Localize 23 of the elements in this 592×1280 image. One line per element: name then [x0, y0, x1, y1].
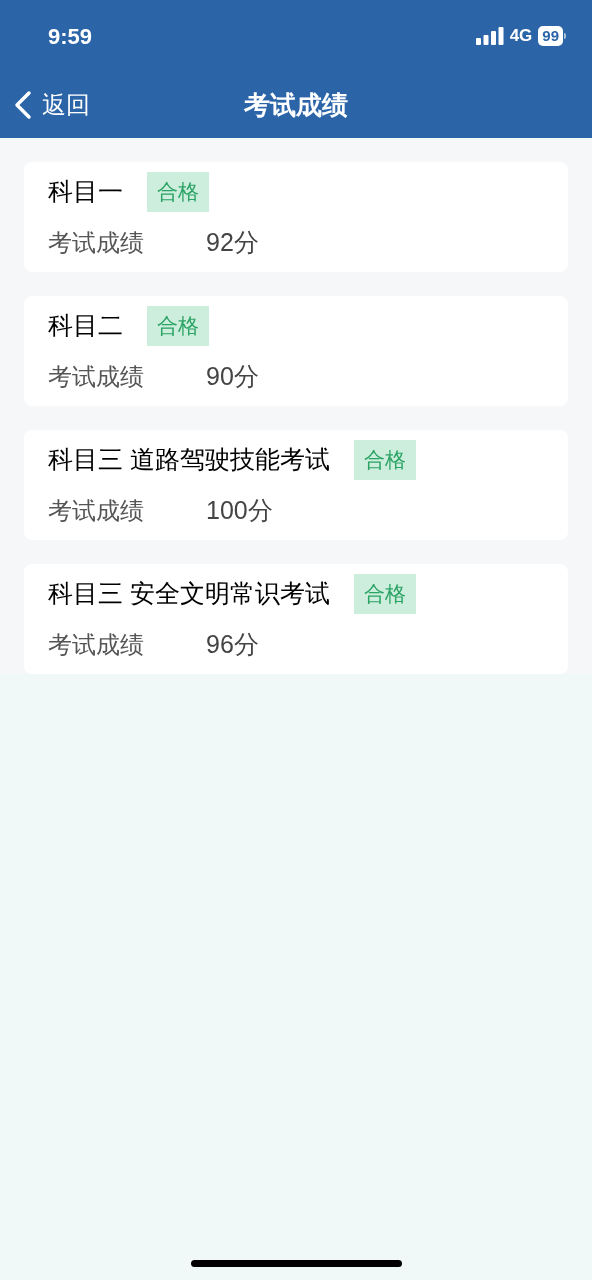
score-value: 92分: [206, 227, 259, 259]
score-label: 考试成绩: [48, 630, 145, 660]
network-label: 4G: [509, 25, 533, 48]
subject-title: 科目三 安全文明常识考试: [48, 578, 330, 610]
score-value: 100分: [206, 495, 273, 527]
status-time: 9:59: [48, 22, 93, 51]
status-badge: 合格: [353, 440, 416, 480]
back-icon: [14, 90, 32, 120]
status-badge: 合格: [147, 306, 209, 346]
score-value: 96分: [206, 629, 259, 661]
signal-icon: [475, 27, 504, 45]
status-badge: 合格: [353, 574, 416, 614]
score-label: 考试成绩: [48, 496, 145, 526]
subject-title: 科目一: [48, 176, 123, 208]
score-label: 考试成绩: [48, 228, 145, 258]
score-value: 90分: [206, 361, 259, 393]
page-title: 考试成绩: [244, 88, 348, 122]
subject-title: 科目二: [48, 310, 123, 342]
score-label: 考试成绩: [48, 362, 145, 392]
status-badge: 合格: [147, 172, 209, 212]
back-button[interactable]: 返回: [0, 87, 90, 123]
battery-icon: 99: [538, 26, 566, 46]
subject-title: 科目三 道路驾驶技能考试: [48, 444, 330, 476]
